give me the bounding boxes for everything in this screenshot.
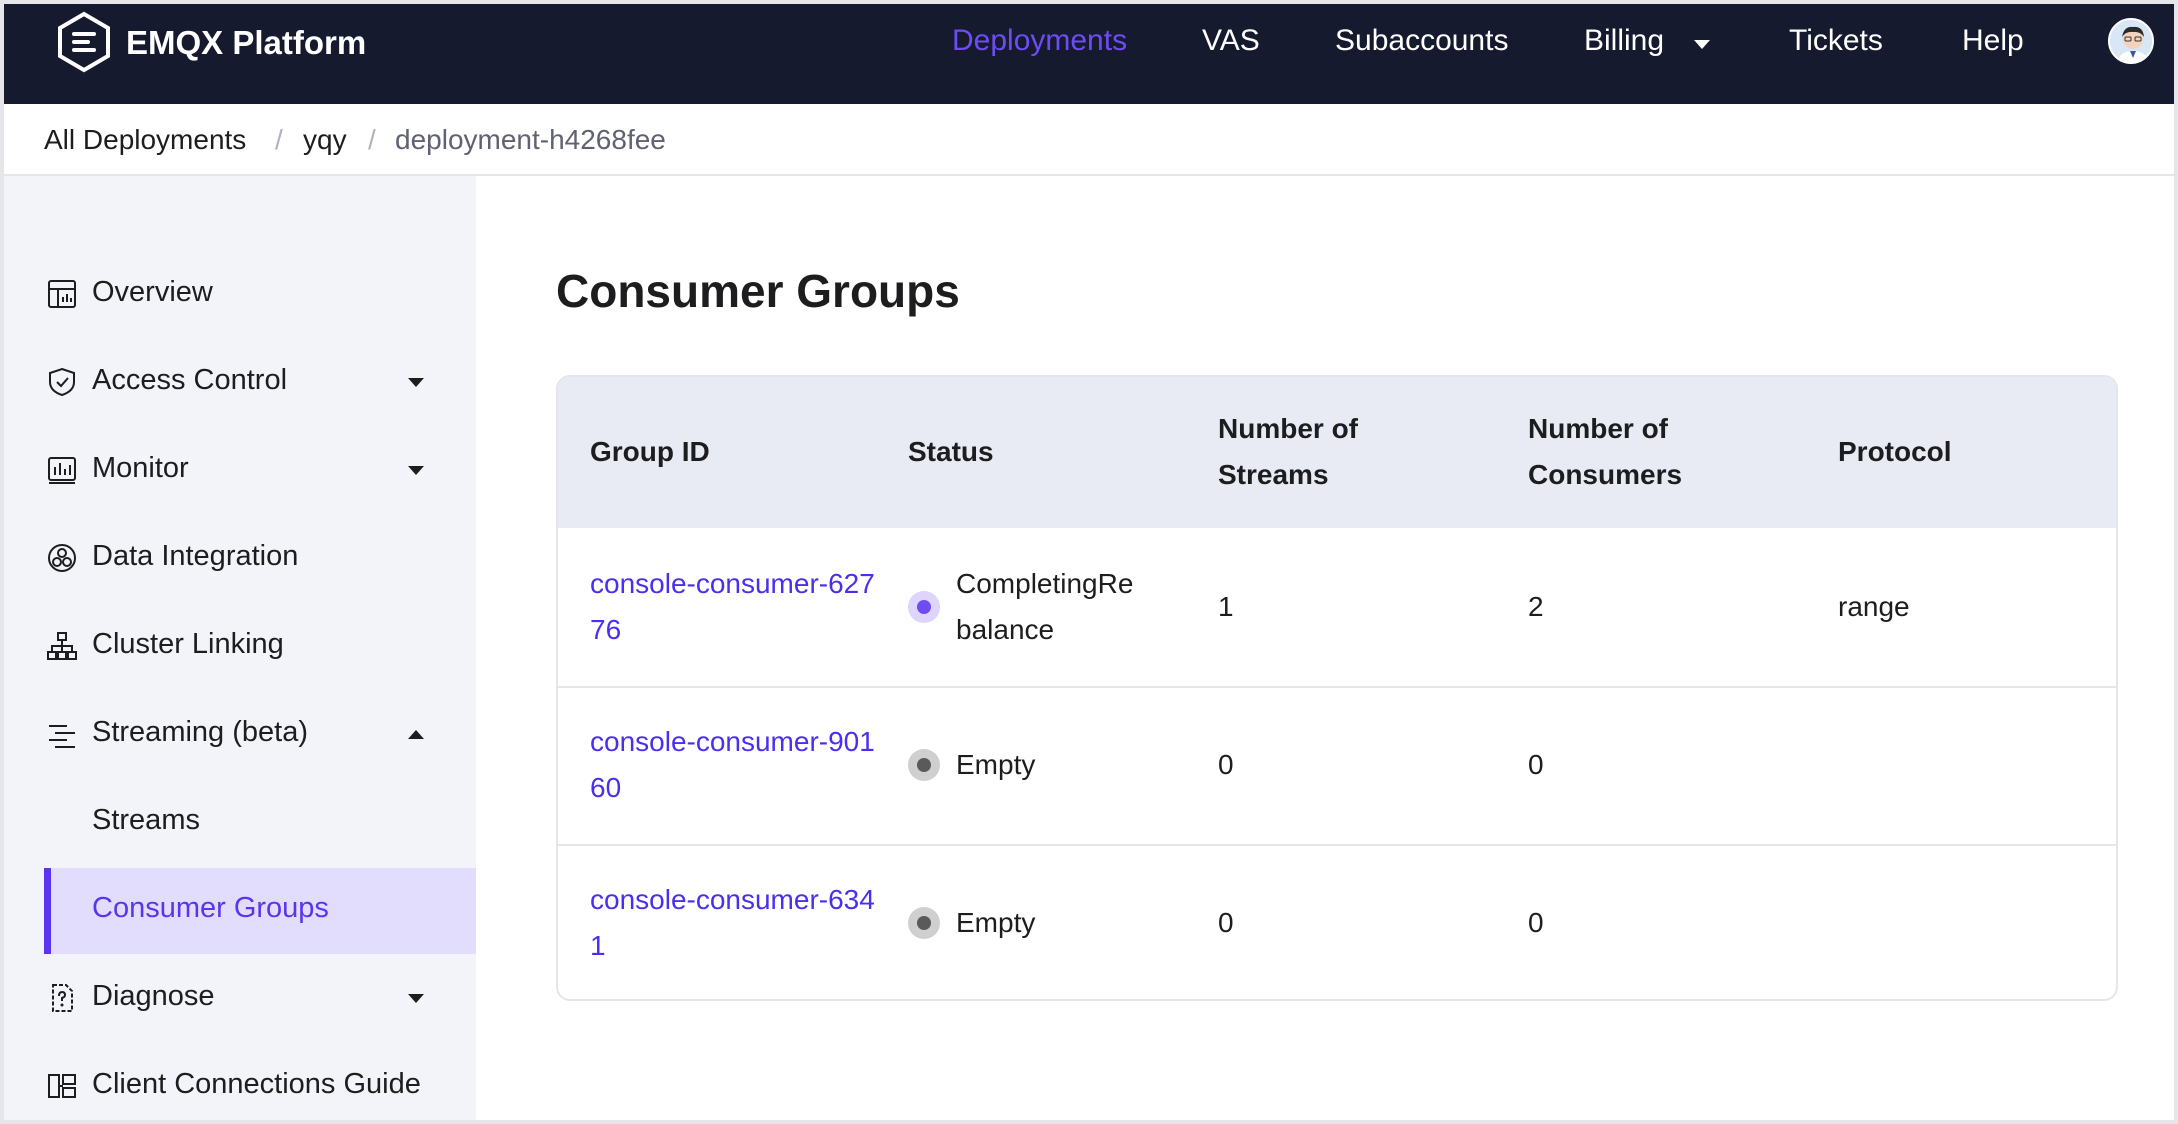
sidebar-item-label: Consumer Groups xyxy=(92,892,329,924)
sidebar-item-label: Diagnose xyxy=(92,980,215,1012)
table-row: console-consumer-90160 Empty 0 0 xyxy=(558,686,2116,844)
status-text: Empty xyxy=(956,907,1036,938)
status-indicator-icon xyxy=(908,907,940,939)
page-title: Consumer Groups xyxy=(556,265,960,317)
sidebar-item-client-connections-guide[interactable]: Client Connections Guide xyxy=(44,1044,476,1124)
diagnose-file-icon xyxy=(52,984,73,1012)
protocol-value: range xyxy=(1838,591,1910,622)
group-id-link[interactable]: console-consumer-62776 xyxy=(590,561,880,653)
chevron-up-icon[interactable] xyxy=(408,730,424,739)
nav-help[interactable]: Help xyxy=(1962,24,2024,58)
chevron-down-icon[interactable] xyxy=(408,466,424,475)
column-header-number-of-consumers: Number of Consumers xyxy=(1528,413,1683,490)
integration-icon xyxy=(48,544,76,572)
breadcrumb-separator: / xyxy=(368,124,376,155)
group-id-link[interactable]: console-consumer-90160 xyxy=(590,719,880,811)
status-indicator-icon xyxy=(908,749,940,781)
sidebar-item-label: Monitor xyxy=(92,452,189,484)
hierarchy-icon xyxy=(47,632,77,660)
breadcrumb-separator: / xyxy=(275,124,283,155)
brand-name[interactable]: EMQX Platform xyxy=(126,24,366,62)
column-header-status: Status xyxy=(908,436,994,467)
status-indicator-icon xyxy=(908,591,940,623)
sidebar-item-label: Access Control xyxy=(92,364,288,396)
consumers-count: 0 xyxy=(1528,907,1544,938)
breadcrumb: All Deployments / yqy / deployment-h4268… xyxy=(4,104,2174,176)
sidebar-item-label: Client Connections Guide xyxy=(92,1068,421,1100)
chevron-down-icon[interactable] xyxy=(408,994,424,1003)
column-header-protocol: Protocol xyxy=(1838,436,1952,467)
chevron-down-icon[interactable] xyxy=(408,378,424,387)
nav-subaccounts[interactable]: Subaccounts xyxy=(1335,24,1508,58)
status-text: CompletingRebalance xyxy=(956,568,1134,645)
sidebar-item-label: Streams xyxy=(92,804,200,836)
sidebar-item-diagnose[interactable]: Diagnose xyxy=(44,956,476,1042)
billing-chevron-down-icon[interactable] xyxy=(1694,40,1710,49)
sidebar-item-streaming[interactable]: Streaming (beta) xyxy=(44,692,476,778)
streaming-icon xyxy=(49,725,75,748)
table-header: Group ID Status Number of Streams Number… xyxy=(558,377,2116,528)
column-header-number-of-streams: Number of Streams xyxy=(1218,413,1358,490)
nav-vas[interactable]: VAS xyxy=(1202,24,1260,58)
breadcrumb-deployment: deployment-h4268fee xyxy=(395,124,666,155)
bar-chart-icon xyxy=(48,457,76,484)
sidebar-item-label: Streaming (beta) xyxy=(92,716,308,748)
table-row: console-consumer-6341 Empty 0 0 xyxy=(558,844,2116,999)
sidebar-item-label: Cluster Linking xyxy=(92,628,284,660)
status-text: Empty xyxy=(956,749,1036,780)
sidebar-item-monitor[interactable]: Monitor xyxy=(44,428,476,514)
sidebar-item-label: Data Integration xyxy=(92,540,299,572)
avatar-person-icon xyxy=(2110,20,2152,62)
sidebar-item-streams[interactable]: Streams xyxy=(44,780,476,866)
consumers-count: 2 xyxy=(1528,591,1544,622)
sidebar-item-label: Overview xyxy=(92,276,213,308)
sidebar-item-consumer-groups[interactable]: Consumer Groups xyxy=(44,868,476,954)
nav-deployments[interactable]: Deployments xyxy=(952,24,1127,58)
column-header-group-id: Group ID xyxy=(590,436,710,467)
nav-billing[interactable]: Billing xyxy=(1584,24,1664,58)
group-id-link[interactable]: console-consumer-6341 xyxy=(590,877,880,969)
sidebar-item-access-control[interactable]: Access Control xyxy=(44,340,476,426)
shield-check-icon xyxy=(49,367,75,397)
consumer-groups-table: Group ID Status Number of Streams Number… xyxy=(556,375,2118,1001)
sidebar-item-overview[interactable]: Overview xyxy=(44,252,476,338)
streams-count: 1 xyxy=(1218,591,1234,622)
breadcrumb-all-deployments[interactable]: All Deployments xyxy=(44,124,246,156)
sidebar-item-data-integration[interactable]: Data Integration xyxy=(44,516,476,602)
top-navbar: EMQX Platform Deployments VAS Subaccount… xyxy=(4,4,2174,104)
consumers-count: 0 xyxy=(1528,749,1544,780)
streams-count: 0 xyxy=(1218,907,1234,938)
sidebar: Overview Access Control Monitor Data Int… xyxy=(4,176,476,1120)
emqx-logo-icon[interactable] xyxy=(54,10,114,74)
dashboard-icon xyxy=(48,280,76,308)
streams-count: 0 xyxy=(1218,749,1234,780)
breadcrumb-project[interactable]: yqy xyxy=(303,124,347,156)
user-avatar[interactable] xyxy=(2108,18,2154,64)
sidebar-item-cluster-linking[interactable]: Cluster Linking xyxy=(44,604,476,690)
nav-tickets[interactable]: Tickets xyxy=(1789,24,1883,58)
table-row: console-consumer-62776 CompletingRebalan… xyxy=(558,528,2116,686)
guide-icon xyxy=(48,1074,76,1098)
